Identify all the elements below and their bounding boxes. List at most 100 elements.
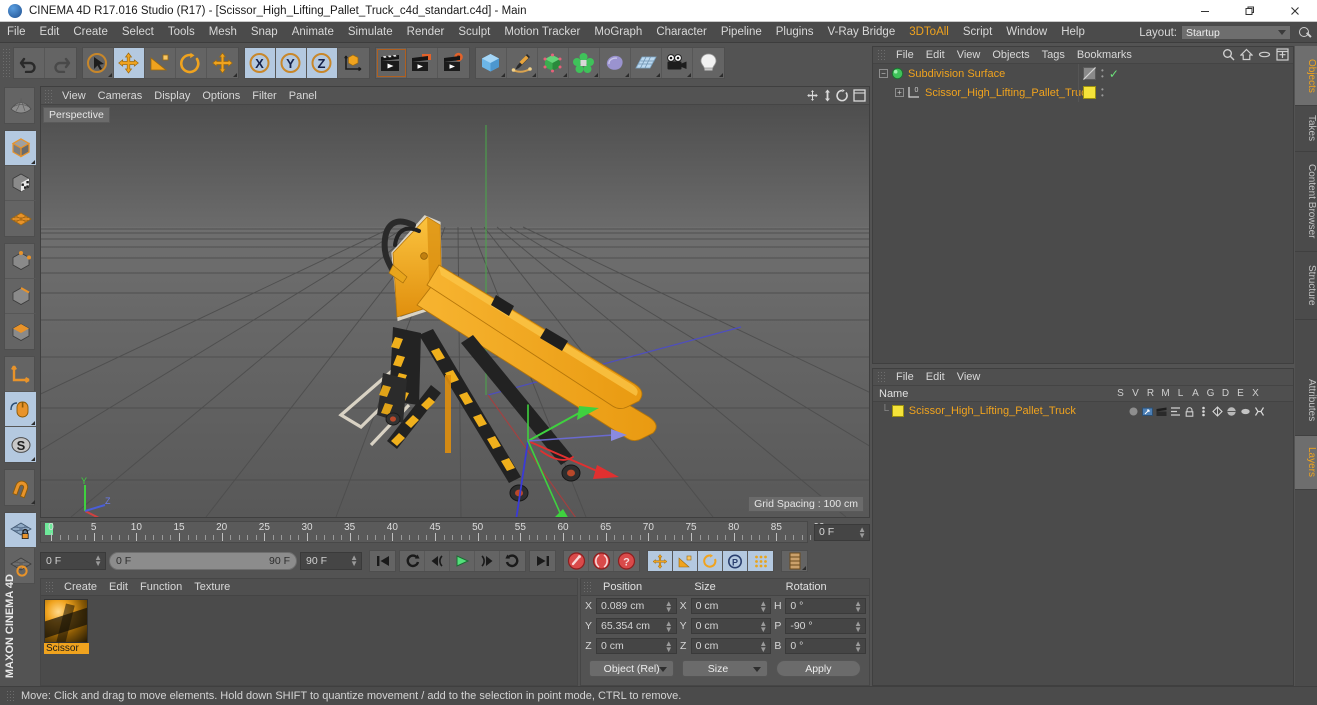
- viewport-menu-filter[interactable]: Filter: [246, 87, 282, 105]
- search-icon[interactable]: [1297, 25, 1313, 41]
- move-axis-icon[interactable]: [207, 48, 238, 78]
- menu-create[interactable]: Create: [66, 22, 115, 43]
- spinner-icon[interactable]: ▲ ▼: [759, 600, 767, 614]
- menu-motion-tracker[interactable]: Motion Tracker: [497, 22, 587, 43]
- menu-character[interactable]: Character: [649, 22, 714, 43]
- vtab-layers[interactable]: Layers: [1295, 436, 1317, 490]
- spinner-icon[interactable]: ▲ ▼: [858, 525, 866, 539]
- y-axis-icon[interactable]: Y: [276, 48, 307, 78]
- layout-dropdown[interactable]: Startup: [1181, 25, 1291, 40]
- size-z-input[interactable]: 0 cm ▲ ▼: [690, 638, 772, 654]
- menu-mesh[interactable]: Mesh: [202, 22, 244, 43]
- menu-tools[interactable]: Tools: [161, 22, 202, 43]
- render-region-icon[interactable]: [407, 48, 438, 78]
- autokeying-button[interactable]: [589, 551, 614, 571]
- size-y-field[interactable]: Y 0 cm ▲ ▼: [679, 618, 772, 634]
- edges-icon[interactable]: [5, 279, 36, 314]
- apply-button[interactable]: Apply: [775, 660, 861, 677]
- menu-snap[interactable]: Snap: [244, 22, 285, 43]
- position-z-input[interactable]: 0 cm ▲ ▼: [596, 638, 677, 654]
- next-key-button[interactable]: [500, 551, 525, 571]
- maximize-view-icon[interactable]: [853, 89, 866, 102]
- menu-vray-bridge[interactable]: V-Ray Bridge: [820, 22, 902, 43]
- spinner-icon[interactable]: ▲ ▼: [94, 554, 102, 568]
- render-flag-icon[interactable]: [1156, 406, 1167, 417]
- spinner-icon[interactable]: ▲ ▼: [665, 640, 673, 654]
- spinner-icon[interactable]: ▲ ▼: [759, 640, 767, 654]
- z-axis-icon[interactable]: Z: [307, 48, 338, 78]
- rotation-b-input[interactable]: 0 ° ▲ ▼: [785, 638, 866, 654]
- lock-workplane-icon[interactable]: [5, 513, 36, 548]
- size-mode-dropdown[interactable]: Size: [682, 660, 768, 677]
- polygons-icon[interactable]: [5, 314, 36, 349]
- record-active-objects-button[interactable]: [564, 551, 589, 571]
- spinner-icon[interactable]: ▲ ▼: [759, 620, 767, 634]
- object-menu-view[interactable]: View: [951, 47, 987, 64]
- expander-icon[interactable]: −: [879, 69, 888, 78]
- material-menu-texture[interactable]: Texture: [188, 579, 236, 596]
- scale-tool-icon[interactable]: [145, 48, 176, 78]
- check-icon[interactable]: ✓: [1109, 67, 1119, 81]
- menu-3dtoall[interactable]: 3DToAll: [902, 22, 956, 43]
- object-menu-edit[interactable]: Edit: [920, 47, 951, 64]
- scene-blob-icon[interactable]: [600, 48, 631, 78]
- minimize-button[interactable]: [1182, 0, 1227, 22]
- zoom-view-icon[interactable]: [823, 89, 832, 102]
- object-manager-grip[interactable]: [877, 48, 886, 62]
- material-tag-icon[interactable]: [1083, 86, 1096, 99]
- parameter-key-icon[interactable]: P: [723, 551, 748, 571]
- vtab-attributes[interactable]: Attributes: [1295, 366, 1317, 436]
- position-y-field[interactable]: Y 65.354 cm ▲ ▼: [584, 618, 677, 634]
- world-object-axis-icon[interactable]: [338, 48, 369, 78]
- viewport-menu-options[interactable]: Options: [196, 87, 246, 105]
- expression-flag-icon[interactable]: [1240, 406, 1251, 417]
- rotation-h-input[interactable]: 0 ° ▲ ▼: [785, 598, 866, 614]
- undo-icon[interactable]: [14, 48, 45, 78]
- visibility-dots-icon[interactable]: • •: [1101, 66, 1104, 80]
- layer-color-swatch[interactable]: [891, 405, 904, 417]
- deformer-flag-icon[interactable]: [1226, 406, 1237, 417]
- pan-view-icon[interactable]: [806, 89, 819, 102]
- deformer-icon[interactable]: [569, 48, 600, 78]
- material-item[interactable]: Scissor: [44, 599, 89, 654]
- enable-axis-icon[interactable]: [5, 357, 36, 392]
- rotation-p-field[interactable]: P -90 ° ▲ ▼: [773, 618, 866, 634]
- object-menu-bookmarks[interactable]: Bookmarks: [1071, 47, 1138, 64]
- play-button[interactable]: [450, 551, 475, 571]
- viewport-menu-panel[interactable]: Panel: [283, 87, 323, 105]
- points-icon[interactable]: [5, 244, 36, 279]
- move-tool-icon[interactable]: [114, 48, 145, 78]
- status-bar-grip[interactable]: [6, 689, 15, 703]
- menu-script[interactable]: Script: [956, 22, 999, 43]
- redo-icon[interactable]: [45, 48, 76, 78]
- viewport-menu-view[interactable]: View: [56, 87, 92, 105]
- material-manager-grip[interactable]: [45, 580, 54, 594]
- light-icon[interactable]: [693, 48, 724, 78]
- scale-key-icon[interactable]: [673, 551, 698, 571]
- object-row-pallet-truck[interactable]: + 0 Scissor_High_Lifting_Pallet_Truck • •: [873, 83, 1293, 102]
- material-menu-function[interactable]: Function: [134, 579, 188, 596]
- animation-flag-icon[interactable]: [1198, 406, 1209, 417]
- rotation-key-icon[interactable]: [698, 551, 723, 571]
- current-frame-input[interactable]: 0 F ▲ ▼: [40, 552, 106, 570]
- enable-snap-icon[interactable]: S: [5, 427, 36, 462]
- maximize-button[interactable]: [1227, 0, 1272, 22]
- rotate-tool-icon[interactable]: [176, 48, 207, 78]
- points-mode-icon[interactable]: [5, 201, 36, 236]
- preview-range-slider[interactable]: 0 F 90 F: [109, 552, 297, 570]
- position-key-icon[interactable]: [648, 551, 673, 571]
- texture-mode-icon[interactable]: [5, 166, 36, 201]
- viewport-menu-display[interactable]: Display: [148, 87, 196, 105]
- visibility-dots-icon[interactable]: • •: [1101, 85, 1104, 99]
- timeline-button[interactable]: [782, 551, 807, 571]
- live-selection-icon[interactable]: [83, 48, 114, 78]
- layer-menu-view[interactable]: View: [951, 369, 987, 386]
- environment-icon[interactable]: [631, 48, 662, 78]
- layer-manager-grip[interactable]: [877, 370, 886, 384]
- end-frame-input[interactable]: 90 F ▲ ▼: [300, 552, 362, 570]
- size-x-field[interactable]: X 0 cm ▲ ▼: [679, 598, 772, 614]
- spinner-icon[interactable]: ▲ ▼: [350, 554, 358, 568]
- menu-select[interactable]: Select: [115, 22, 161, 43]
- lock-flag-icon[interactable]: [1184, 406, 1195, 417]
- vtab-structure[interactable]: Structure: [1295, 252, 1317, 320]
